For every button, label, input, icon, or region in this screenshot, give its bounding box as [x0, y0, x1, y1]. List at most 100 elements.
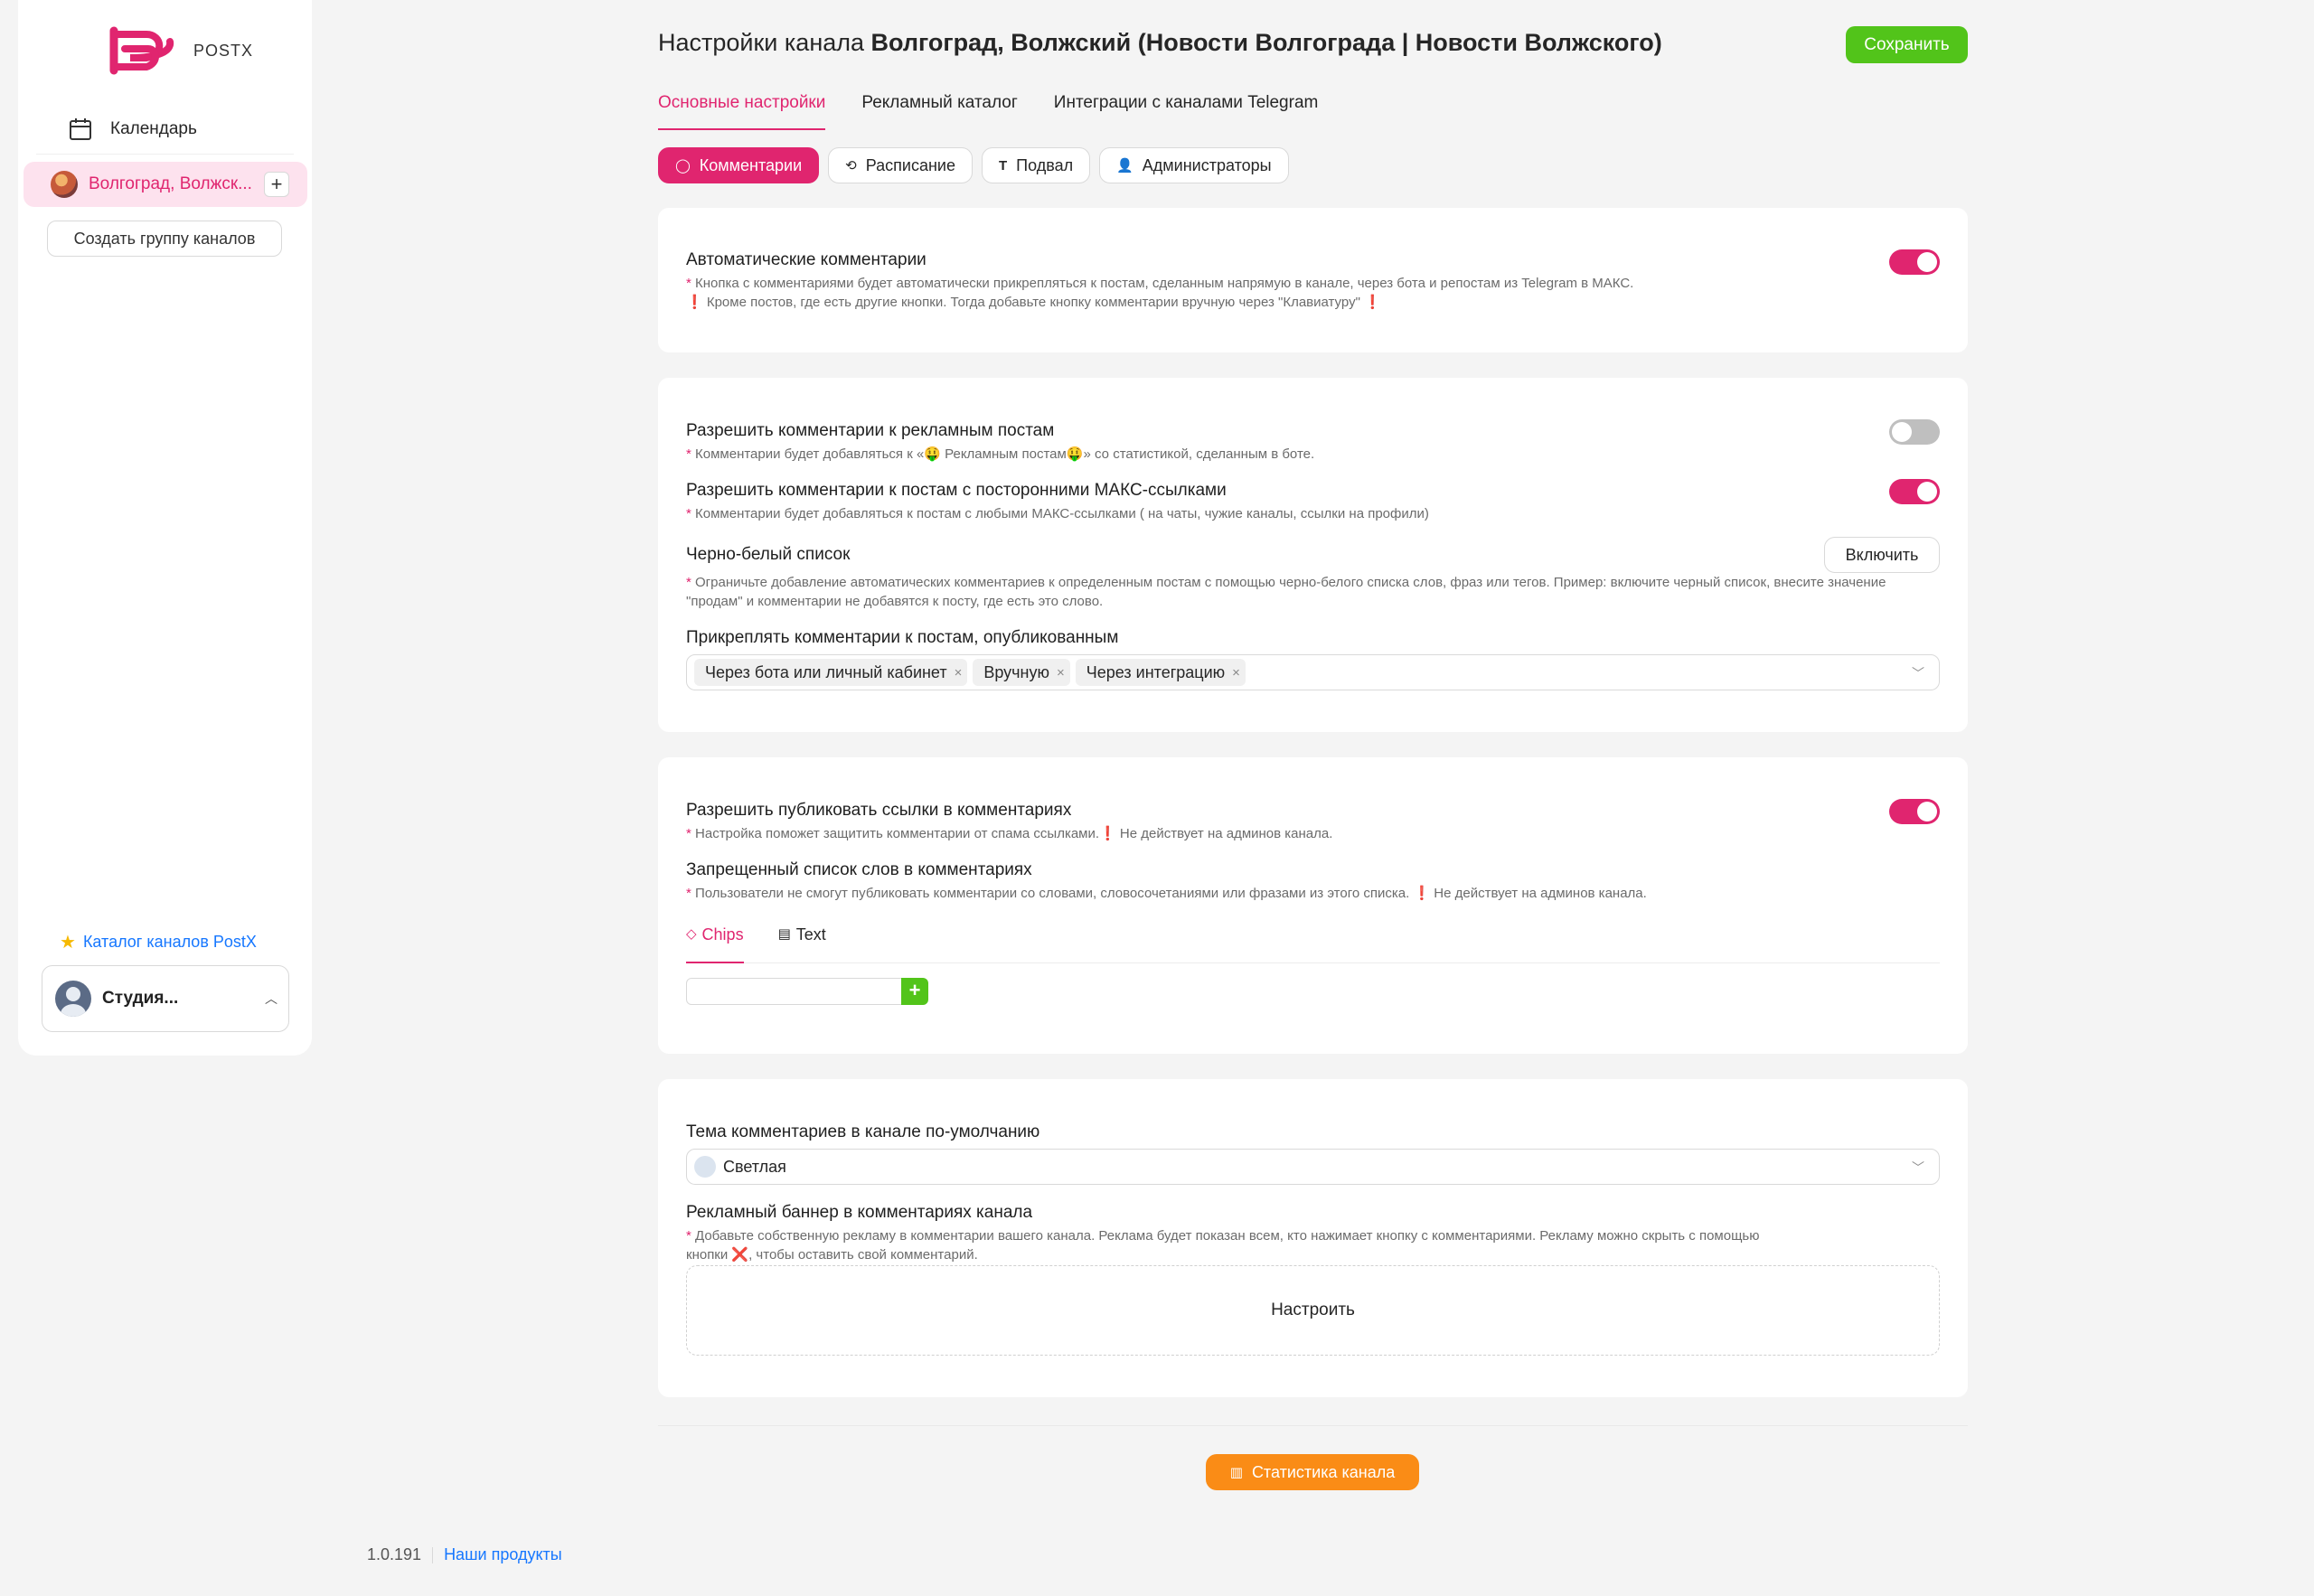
- auto-comments-desc: * Кнопка с комментариями будет автоматич…: [686, 276, 1634, 310]
- attach-select[interactable]: Через бота или личный кабинет × Вручную × …: [686, 654, 1940, 690]
- links-row: Разрешить публиковать ссылки в комментар…: [686, 801, 1940, 843]
- banned-word-input[interactable]: [686, 978, 903, 1005]
- tag-label: Через интеграцию: [1086, 662, 1226, 681]
- postx-logo-icon: [109, 26, 174, 75]
- theme-title: Тема комментариев в канале по-умолчанию: [686, 1122, 1040, 1141]
- avatar: [55, 981, 91, 1017]
- ads-desc: * Комментарии будет добавляться к «🤑 Рек…: [686, 446, 1315, 462]
- footer: 1.0.191 Наши продукты: [367, 1545, 562, 1564]
- tag: Через бота или личный кабинет ×: [694, 659, 968, 686]
- tag: Через интеграцию ×: [1075, 659, 1246, 686]
- logo[interactable]: POSTX: [105, 23, 253, 78]
- theme-banner-card: Тема комментариев в канале по-умолчанию …: [658, 1079, 1968, 1397]
- sidebar-item-calendar[interactable]: Календарь: [36, 104, 312, 155]
- ads-row: Разрешить комментарии к рекламным постам…: [686, 421, 1940, 464]
- tab-chips[interactable]: ◇ Chips: [686, 924, 744, 963]
- enable-bw-list-button[interactable]: Включить: [1824, 537, 1940, 573]
- divider: [36, 154, 294, 155]
- subtab-label: Подвал: [1016, 155, 1074, 174]
- close-icon[interactable]: ×: [955, 665, 963, 681]
- admin-icon: 👤: [1116, 158, 1133, 174]
- desc-text: Комментарии будет добавляться к постам с…: [695, 506, 1429, 521]
- tab-text[interactable]: ▤ Text: [778, 924, 826, 963]
- bw-list-desc-row: * Ограничьте добавление автоматических к…: [686, 569, 1940, 611]
- subtab-schedule[interactable]: ⟲ Расписание: [828, 147, 973, 183]
- links-desc: * Настройка поможет защитить комментарии…: [686, 826, 1333, 841]
- banner-desc: * Добавьте собственную рекламу в коммент…: [686, 1228, 1760, 1263]
- auto-comments-card: Автоматические комментарии * Кнопка с ко…: [658, 208, 1968, 352]
- tab-telegram-integrations[interactable]: Интеграции с каналами Telegram: [1054, 90, 1319, 130]
- configure-banner-button[interactable]: Настроить: [686, 1265, 1940, 1356]
- theme-select[interactable]: Светлая ﹀: [686, 1149, 1940, 1185]
- tag-label: Вручную: [983, 662, 1049, 681]
- desc-text: Кроме постов, где есть другие кнопки. То…: [702, 295, 1365, 310]
- chevron-down-icon: ﹀: [1912, 1160, 1924, 1175]
- subtab-label: Комментарии: [699, 155, 803, 174]
- auto-comments-title: Автоматические комментарии: [686, 250, 927, 269]
- tab-main-settings[interactable]: Основные настройки: [658, 90, 826, 130]
- attach-row: Прикреплять комментарии к постам, опубли…: [686, 628, 1940, 648]
- desc-text: Пользователи не смогут публиковать комме…: [695, 886, 1414, 901]
- tag-label: Через бота или личный кабинет: [705, 662, 947, 681]
- add-channel-button[interactable]: +: [264, 172, 289, 197]
- sub-tabs: ◯ Комментарии ⟲ Расписание T Подвал 👤 Ад…: [658, 147, 1298, 183]
- channel-avatar: [51, 171, 78, 198]
- max-links-row: Разрешить комментарии к постам с посторо…: [686, 481, 1940, 523]
- ads-title: Разрешить комментарии к рекламным постам: [686, 421, 1055, 440]
- banner-title: Рекламный баннер в комментариях канала: [686, 1203, 1033, 1222]
- tab-ad-catalog[interactable]: Рекламный каталог: [861, 90, 1017, 130]
- desc-text: Добавьте собственную рекламу в комментар…: [695, 1228, 1760, 1244]
- theme-swatch: [694, 1156, 716, 1178]
- stats-label: Статистика канала: [1251, 1462, 1396, 1481]
- auto-comments-toggle[interactable]: [1889, 249, 1940, 275]
- comment-rules-card: Разрешить комментарии к рекламным постам…: [658, 378, 1968, 732]
- banned-row: Запрещенный список слов в комментариях *…: [686, 860, 1940, 903]
- close-icon[interactable]: ×: [1232, 665, 1240, 681]
- star-icon: ★: [60, 933, 76, 953]
- exclamation-icon: ❗: [1099, 826, 1116, 841]
- chevron-down-icon: ﹀: [1912, 666, 1924, 681]
- desc-text: Не действует на админов канала.: [1115, 826, 1333, 841]
- max-links-desc: * Комментарии будет добавляться к постам…: [686, 506, 1429, 521]
- max-links-title: Разрешить комментарии к постам с посторо…: [686, 481, 1227, 500]
- desc-text: Ограничьте добавление автоматических ком…: [686, 575, 1886, 609]
- tag-icon: ◇: [686, 926, 697, 942]
- exclamation-icon: ❗: [1364, 295, 1381, 310]
- products-link[interactable]: Наши продукты: [444, 1545, 562, 1564]
- desc-text: Кнопка с комментариями будет автоматичес…: [695, 276, 1634, 291]
- banned-desc: * Пользователи не смогут публиковать ком…: [686, 886, 1647, 901]
- max-links-toggle[interactable]: [1889, 479, 1940, 504]
- links-toggle[interactable]: [1889, 799, 1940, 824]
- divider: [658, 1425, 1968, 1426]
- desc-text: Комментарии будет добавляться к «🤑 Рекла…: [695, 446, 1315, 462]
- page-title-prefix: Настройки канала: [658, 29, 871, 56]
- ads-toggle[interactable]: [1889, 419, 1940, 445]
- brand-name: POSTX: [193, 41, 254, 60]
- tab-label: Chips: [701, 925, 744, 944]
- catalog-link[interactable]: ★ Каталог каналов PostX: [60, 931, 257, 953]
- banned-title: Запрещенный список слов в комментариях: [686, 860, 1032, 879]
- desc-text: кнопки ❌, чтобы оставить свой комментари…: [686, 1247, 978, 1263]
- bar-chart-icon: ▥: [1229, 1465, 1243, 1480]
- save-button[interactable]: Сохранить: [1846, 26, 1968, 63]
- create-group-button[interactable]: Создать группу каналов: [47, 221, 282, 257]
- auto-comments-row: Автоматические комментарии * Кнопка с ко…: [686, 250, 1940, 312]
- bw-list-desc: * Ограничьте добавление автоматических к…: [686, 575, 1886, 609]
- calendar-icon: [70, 118, 91, 140]
- subtab-admins[interactable]: 👤 Администраторы: [1099, 147, 1289, 183]
- theme-row: Тема комментариев в канале по-умолчанию: [686, 1122, 1940, 1142]
- sidebar-item-label: Календарь: [110, 119, 197, 138]
- theme-value: Светлая: [723, 1157, 786, 1176]
- add-word-button[interactable]: +: [901, 978, 928, 1005]
- subtab-label: Администраторы: [1142, 155, 1272, 174]
- sidebar-item-channel[interactable]: Волгоград, Волжск... +: [24, 162, 307, 207]
- sidebar: POSTX Календарь Волгоград, Волжск... + С…: [18, 0, 312, 1056]
- profile-menu[interactable]: Студия... ︿: [42, 965, 289, 1032]
- subtab-comments[interactable]: ◯ Комментарии: [658, 147, 820, 183]
- subtab-footer[interactable]: T Подвал: [982, 147, 1091, 183]
- schedule-icon: ⟲: [845, 158, 857, 174]
- comment-icon: ◯: [675, 158, 691, 174]
- close-icon[interactable]: ×: [1057, 665, 1065, 681]
- channel-stats-button[interactable]: ▥ Статистика канала: [1206, 1454, 1419, 1490]
- exclamation-icon: ❗: [1413, 886, 1431, 901]
